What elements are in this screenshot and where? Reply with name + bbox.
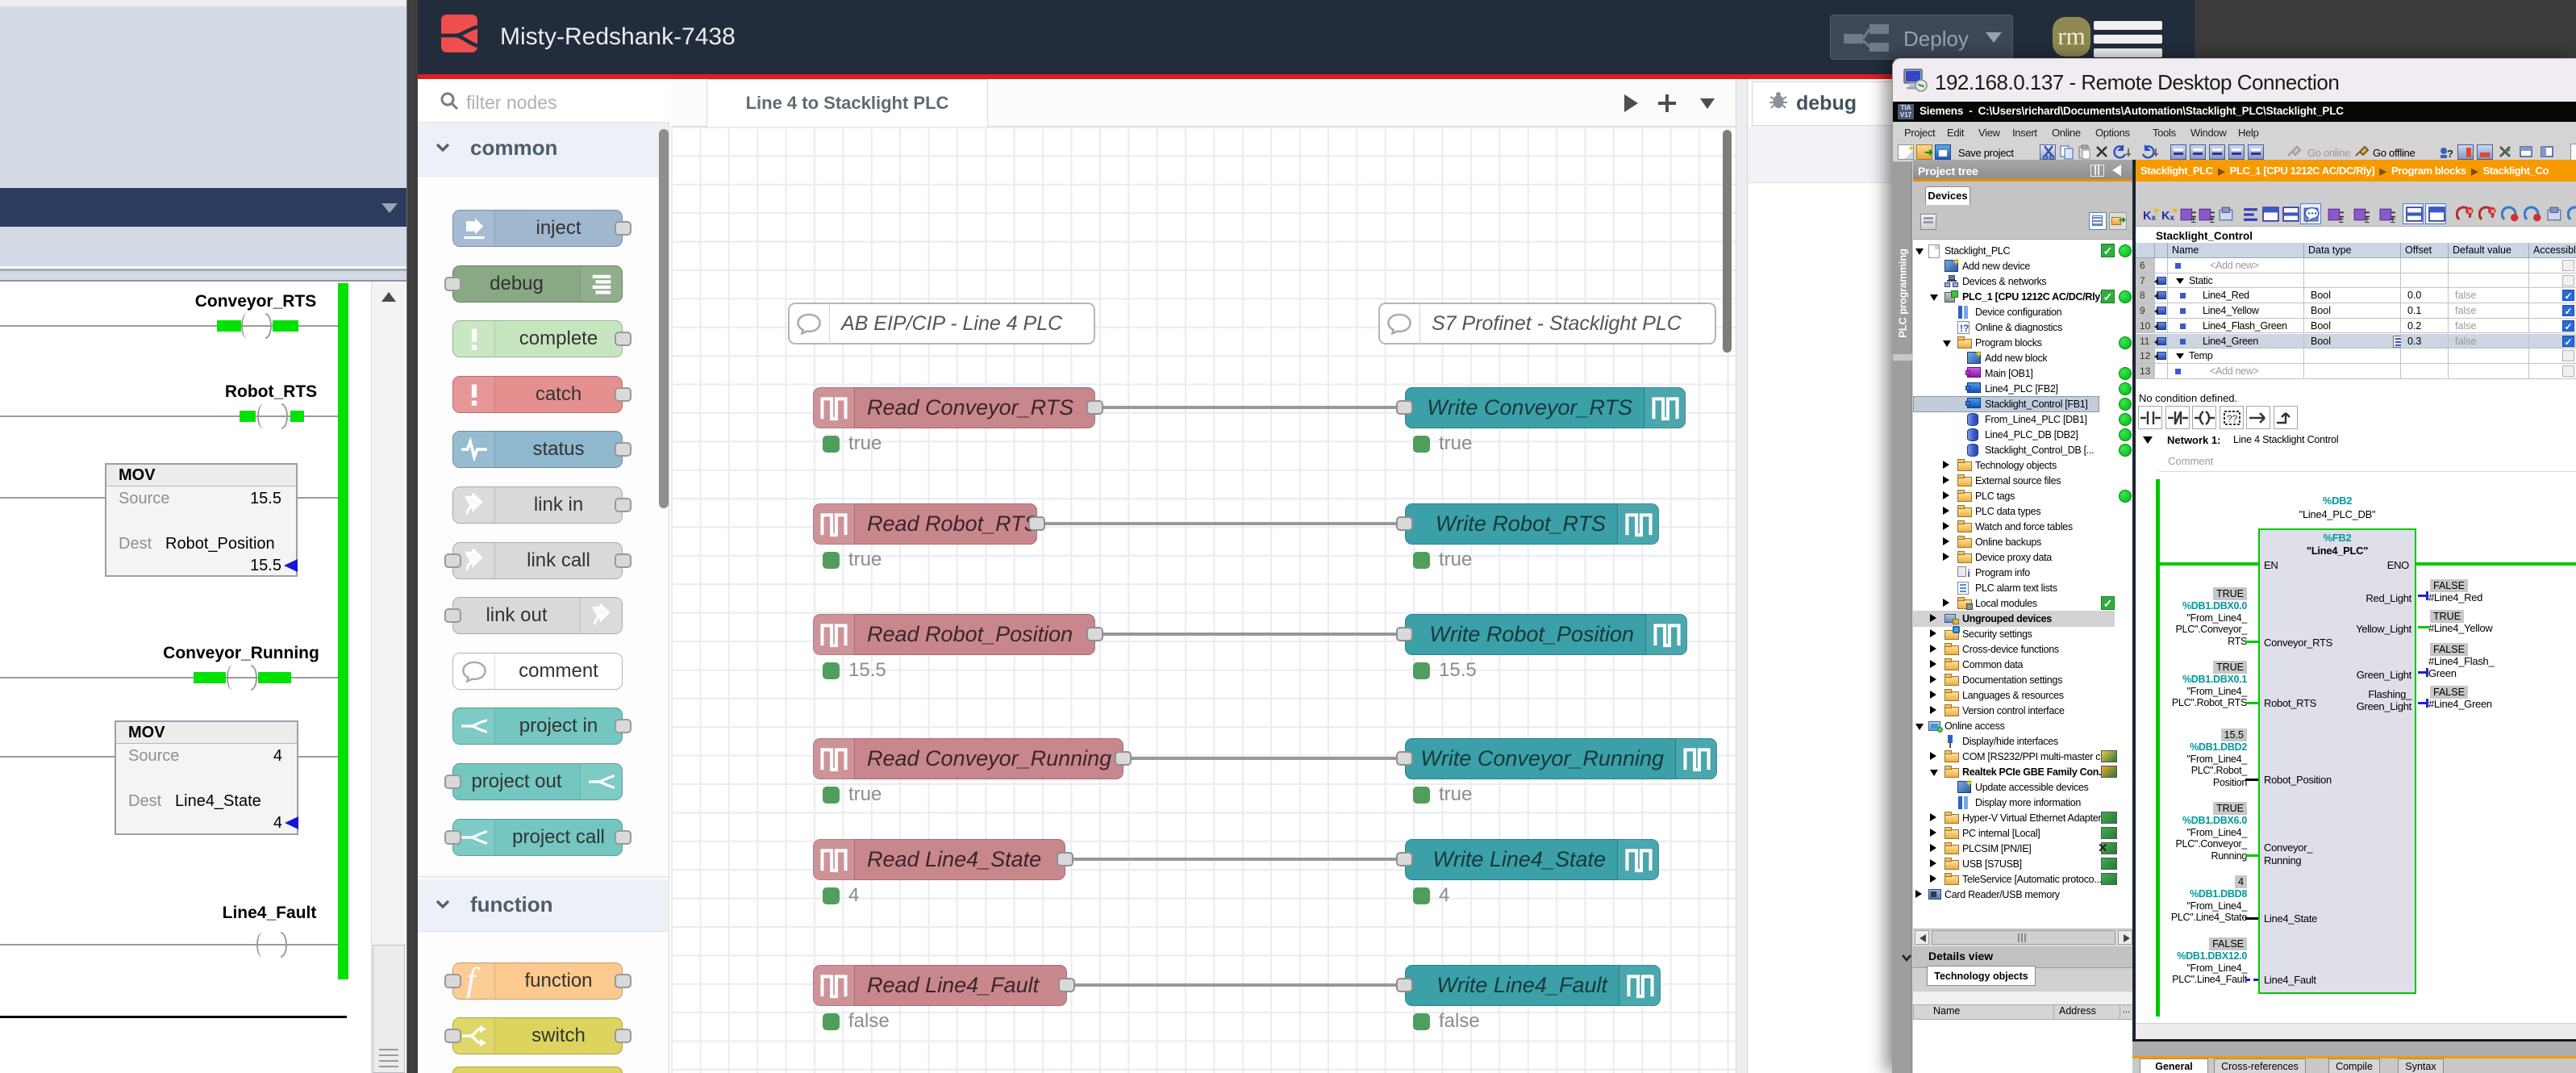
svg-text:±: ± bbox=[2339, 215, 2344, 223]
svg-text:±: ± bbox=[2191, 215, 2196, 223]
svg-text:±: ± bbox=[2210, 215, 2215, 223]
svg-text:✶: ✶ bbox=[2171, 206, 2178, 216]
svg-text:±: ± bbox=[2365, 215, 2370, 223]
svg-text:✶: ✶ bbox=[2153, 206, 2160, 216]
svg-text:✕: ✕ bbox=[2490, 207, 2495, 215]
svg-text:✕: ✕ bbox=[2467, 207, 2473, 215]
svg-text:??: ?? bbox=[2227, 413, 2238, 424]
svg-text:?: ? bbox=[2447, 148, 2453, 160]
svg-text:f: f bbox=[466, 964, 480, 998]
svg-text:±: ± bbox=[2391, 215, 2395, 223]
